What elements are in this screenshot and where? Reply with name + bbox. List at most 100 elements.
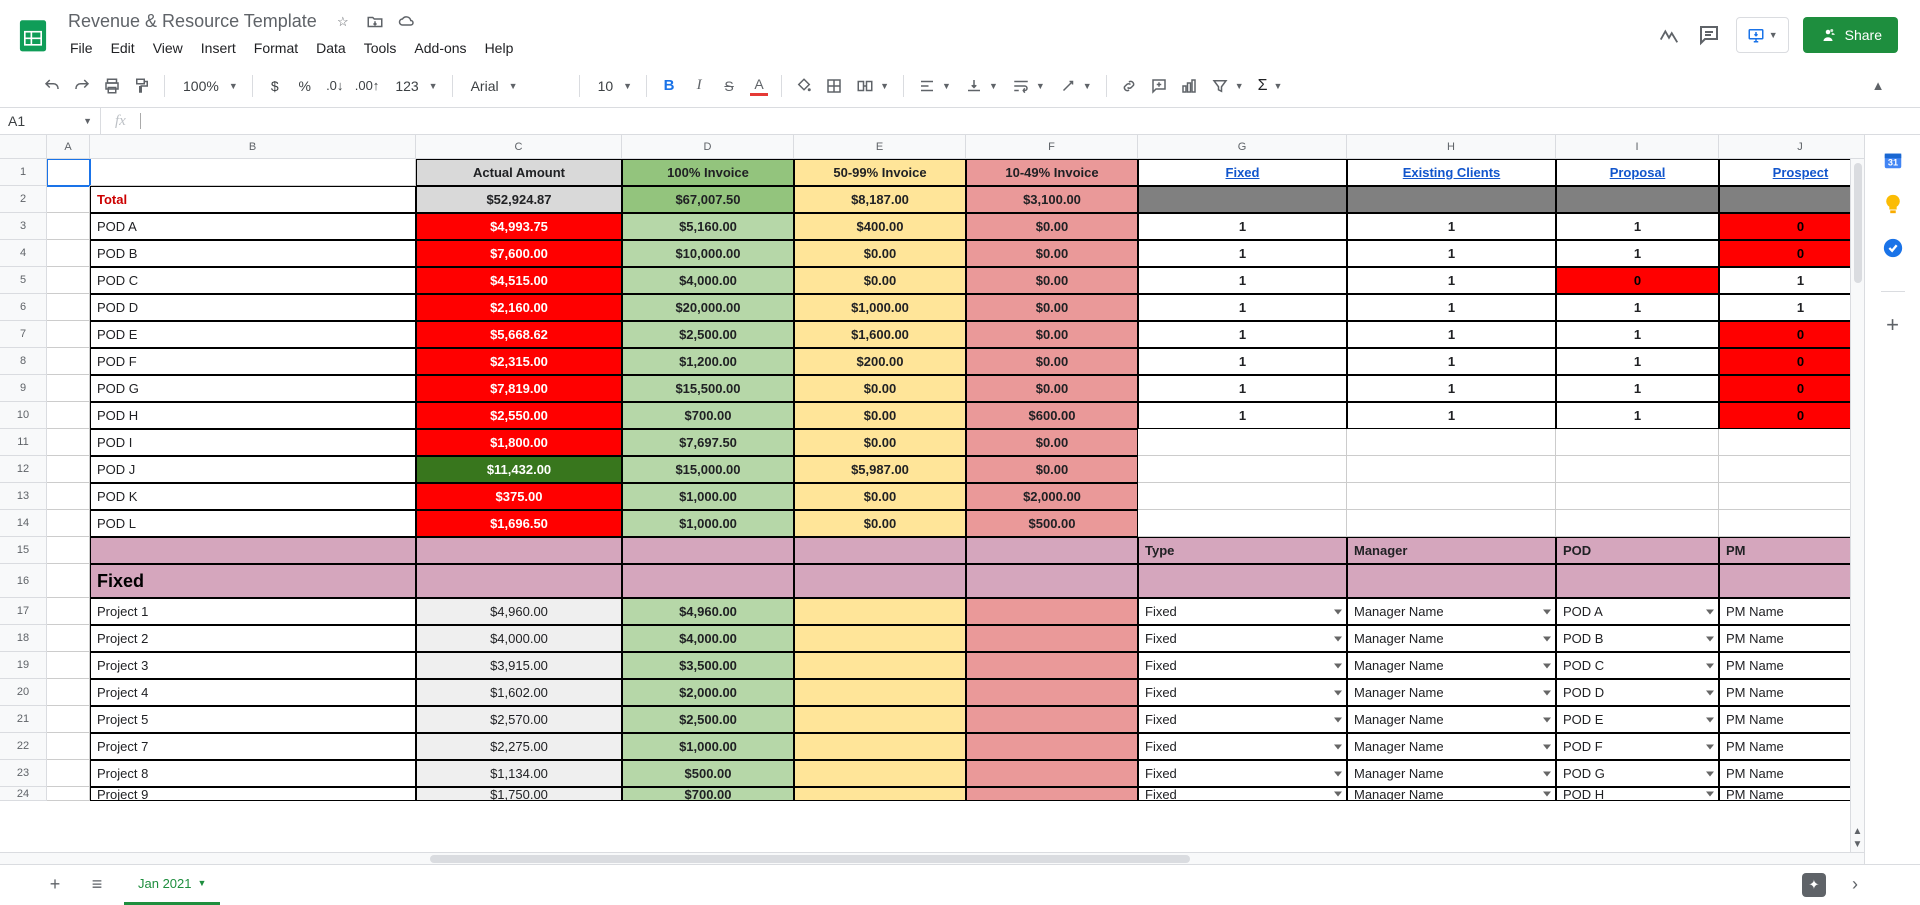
cell[interactable]	[47, 402, 90, 429]
col-header-F[interactable]: F	[966, 135, 1138, 159]
cell[interactable]	[794, 787, 966, 801]
decrease-decimal-icon[interactable]: .0↓	[321, 72, 349, 100]
cell[interactable]: $2,500.00	[622, 321, 794, 348]
cell[interactable]: Fixed	[1138, 733, 1347, 760]
cell[interactable]: Fixed	[1138, 706, 1347, 733]
cell[interactable]: 1	[1138, 267, 1347, 294]
chart-icon[interactable]	[1175, 72, 1203, 100]
cell[interactable]	[794, 564, 966, 598]
cell[interactable]: POD G	[1556, 760, 1719, 787]
cell[interactable]	[1719, 429, 1864, 456]
cell[interactable]: Manager Name	[1347, 787, 1556, 801]
row-header[interactable]: 24	[0, 787, 47, 801]
cell[interactable]: 1	[1347, 267, 1556, 294]
cell[interactable]: $500.00	[966, 510, 1138, 537]
cell[interactable]: $15,000.00	[622, 456, 794, 483]
cell[interactable]: $15,500.00	[622, 375, 794, 402]
collapse-toolbar-icon[interactable]: ▲	[1864, 72, 1892, 100]
cell[interactable]	[794, 706, 966, 733]
cell[interactable]: $4,960.00	[416, 598, 622, 625]
cell[interactable]: $52,924.87	[416, 186, 622, 213]
cell[interactable]	[47, 625, 90, 652]
cell[interactable]: POD B	[90, 240, 416, 267]
cell[interactable]	[47, 564, 90, 598]
cell[interactable]: 1	[1719, 267, 1864, 294]
cell[interactable]: $2,000.00	[966, 483, 1138, 510]
cell[interactable]: Project 8	[90, 760, 416, 787]
cell[interactable]	[622, 564, 794, 598]
cell[interactable]	[1138, 186, 1347, 213]
cell[interactable]: POD F	[1556, 733, 1719, 760]
cell[interactable]: POD A	[1556, 598, 1719, 625]
cell[interactable]	[1719, 564, 1864, 598]
cell[interactable]: $1,600.00	[794, 321, 966, 348]
cell[interactable]: PM Name	[1719, 733, 1864, 760]
col-header-H[interactable]: H	[1347, 135, 1556, 159]
cell[interactable]: $0.00	[794, 402, 966, 429]
cell[interactable]: 50-99% Invoice	[794, 159, 966, 186]
col-header-I[interactable]: I	[1556, 135, 1719, 159]
cell[interactable]	[966, 706, 1138, 733]
cell[interactable]	[1347, 483, 1556, 510]
present-button[interactable]: ▼	[1736, 17, 1789, 53]
font-select[interactable]: Arial▼	[461, 78, 571, 94]
col-header-B[interactable]: B	[90, 135, 416, 159]
cell[interactable]: Total	[90, 186, 416, 213]
cell[interactable]: $0.00	[794, 483, 966, 510]
cell[interactable]	[794, 652, 966, 679]
cell[interactable]: PM Name	[1719, 679, 1864, 706]
currency-icon[interactable]: $	[261, 72, 289, 100]
menu-view[interactable]: View	[145, 36, 191, 60]
cell[interactable]	[1719, 483, 1864, 510]
col-header-E[interactable]: E	[794, 135, 966, 159]
cell[interactable]	[966, 625, 1138, 652]
cell[interactable]	[1347, 429, 1556, 456]
print-icon[interactable]	[98, 72, 126, 100]
cell[interactable]: $0.00	[794, 429, 966, 456]
formula-input[interactable]	[141, 108, 1920, 134]
cell[interactable]: $400.00	[794, 213, 966, 240]
cell[interactable]: Fixed	[1138, 625, 1347, 652]
tasks-icon[interactable]	[1882, 237, 1904, 259]
cell[interactable]: $200.00	[794, 348, 966, 375]
cell[interactable]: Fixed	[1138, 760, 1347, 787]
cell[interactable]	[966, 733, 1138, 760]
cell[interactable]: 1	[1556, 375, 1719, 402]
cell[interactable]	[794, 733, 966, 760]
row-header[interactable]: 23	[0, 760, 47, 787]
cell[interactable]: $5,668.62	[416, 321, 622, 348]
add-sheet-icon[interactable]: +	[40, 870, 70, 900]
cell[interactable]	[966, 598, 1138, 625]
cell[interactable]: $4,000.00	[622, 625, 794, 652]
cell[interactable]: $0.00	[966, 375, 1138, 402]
cell[interactable]: POD A	[90, 213, 416, 240]
row-header[interactable]: 11	[0, 429, 47, 456]
row-header[interactable]: 18	[0, 625, 47, 652]
undo-icon[interactable]	[38, 72, 66, 100]
row-header[interactable]: 5	[0, 267, 47, 294]
calendar-icon[interactable]: 31	[1882, 149, 1904, 171]
menu-insert[interactable]: Insert	[193, 36, 244, 60]
cell[interactable]: POD I	[90, 429, 416, 456]
add-addon-icon[interactable]: +	[1882, 314, 1904, 336]
wrap-select[interactable]: ▼	[1006, 77, 1051, 95]
row-header[interactable]: 21	[0, 706, 47, 733]
cell[interactable]	[1719, 456, 1864, 483]
cell[interactable]: $1,000.00	[622, 483, 794, 510]
italic-icon[interactable]: I	[685, 72, 713, 100]
increase-decimal-icon[interactable]: .00↑	[351, 72, 384, 100]
cell[interactable]: $700.00	[622, 402, 794, 429]
cell[interactable]	[1347, 186, 1556, 213]
cell[interactable]: 0	[1719, 213, 1864, 240]
menu-format[interactable]: Format	[246, 36, 306, 60]
cell[interactable]	[47, 787, 90, 801]
row-header[interactable]: 10	[0, 402, 47, 429]
cell[interactable]: $67,007.50	[622, 186, 794, 213]
row-header[interactable]: 13	[0, 483, 47, 510]
cell[interactable]: POD H	[90, 402, 416, 429]
row-header[interactable]: 15	[0, 537, 47, 564]
functions-select[interactable]: Σ▼	[1252, 77, 1289, 95]
cell[interactable]	[966, 760, 1138, 787]
cell[interactable]: 0	[1719, 348, 1864, 375]
cell[interactable]: 1	[1138, 240, 1347, 267]
